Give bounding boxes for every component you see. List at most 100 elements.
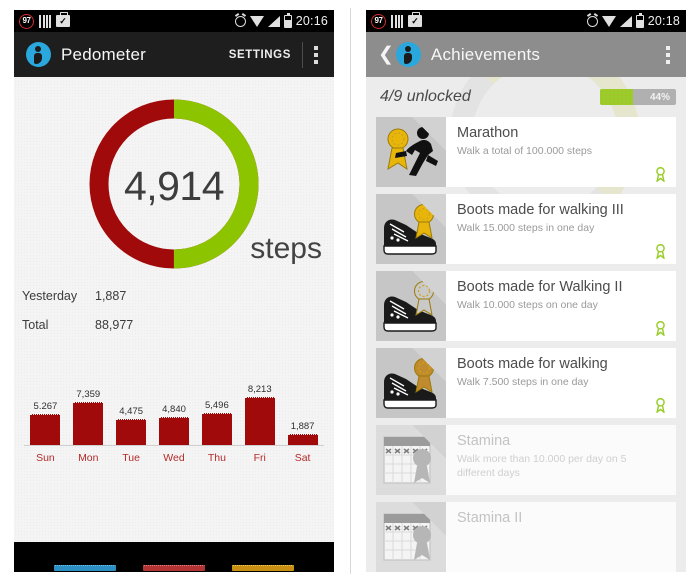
chart-bar-value-label: 5,496	[204, 400, 229, 411]
achievements-summary: 4/9 unlocked 44%	[366, 77, 686, 117]
chart-bar	[287, 434, 318, 445]
battery-percent-circle-icon: 97	[19, 13, 34, 29]
calendar-medal-icon	[376, 502, 446, 572]
unlock-progress-bar: 44%	[600, 89, 676, 105]
status-bar-left-icons: 97 ✓	[19, 12, 70, 29]
achievement-title: Boots made for Walking II	[457, 279, 623, 295]
status-bar-clock: 20:18	[647, 14, 680, 28]
step-count-value: 4,914	[123, 163, 225, 209]
achievement-title: Stamina II	[457, 510, 523, 526]
achievement-item[interactable]: Boots made for walking Walk 7.500 steps i…	[376, 348, 676, 418]
briefcase-check-icon: ✓	[408, 12, 422, 27]
chart-bar-column: 4,475	[110, 373, 153, 445]
stat-value: 88,977	[95, 318, 134, 332]
chart-bars: 5.267 7,359 4,475 4,840 5,496 8,213 1,887	[24, 373, 324, 445]
achievement-card[interactable]: Marathon Walk a total of 100.000 steps	[446, 117, 676, 187]
achievement-item[interactable]: Stamina II	[376, 502, 676, 572]
chart-bar-column: 5,496	[195, 373, 238, 445]
action-bar-actions: SETTINGS	[229, 41, 324, 68]
nav-pill-blue[interactable]	[53, 565, 116, 571]
achievement-title: Boots made for walking III	[457, 202, 624, 218]
step-progress-ring: 4,914	[83, 93, 265, 280]
unlock-progress-fill	[600, 89, 634, 105]
achievement-artwork	[376, 348, 446, 418]
chart-bar-value-label: 4,475	[119, 406, 144, 417]
chart-bar-column: 1,887	[281, 373, 324, 445]
alarm-icon	[586, 15, 598, 27]
achievement-item[interactable]: Boots made for Walking II Walk 10.000 ste…	[376, 271, 676, 341]
achievement-title: Marathon	[457, 125, 519, 141]
status-bar-right-icons: 20:18	[586, 12, 680, 28]
briefcase-check-icon: ✓	[56, 12, 70, 27]
chart-bar-value-label: 5.267	[33, 401, 58, 412]
page-title: Achievements	[430, 44, 541, 64]
signal-icon	[619, 15, 632, 27]
wifi-icon	[249, 15, 264, 27]
achievement-card[interactable]: Boots made for walking Walk 7.500 steps i…	[446, 348, 676, 418]
achievement-item[interactable]: Marathon Walk a total of 100.000 steps	[376, 117, 676, 187]
battery-percent-circle-icon: 97	[371, 13, 386, 29]
overflow-menu-icon[interactable]	[314, 45, 318, 64]
stats-list: Yesterday 1,887 Total 88,977	[22, 289, 133, 347]
achievement-card[interactable]: Stamina Walk more than 10.000 per day on …	[446, 425, 676, 495]
chart-bar	[30, 414, 61, 445]
stat-label: Total	[22, 318, 49, 332]
stat-value: 1,887	[95, 289, 127, 303]
chart-bar	[201, 413, 232, 445]
chart-bar-column: 4,840	[153, 373, 196, 445]
achievement-card[interactable]: Boots made for walking III Walk 15.000 st…	[446, 194, 676, 264]
steps-unit-label: steps	[250, 232, 322, 265]
achievement-artwork	[376, 502, 446, 572]
achievement-artwork	[376, 117, 446, 187]
achievement-artwork	[376, 194, 446, 264]
chart-bar-value-label: 8,213	[247, 384, 272, 395]
wifi-icon	[601, 15, 616, 27]
barcode-icon	[391, 14, 403, 28]
unlocked-badge-icon	[655, 166, 666, 183]
signal-icon	[267, 15, 280, 27]
unlocked-badge-icon	[655, 397, 666, 414]
achievement-item[interactable]: Boots made for walking III Walk 15.000 st…	[376, 194, 676, 264]
calendar-medal-icon	[376, 425, 446, 495]
overflow-menu-icon[interactable]	[666, 45, 670, 64]
chart-bar	[73, 402, 104, 445]
pedometer-content: 4,914 steps Yesterday 1,887 Total 88,977…	[14, 77, 334, 542]
achievement-card[interactable]: Stamina II	[446, 502, 676, 572]
unlock-progress-label: 44%	[649, 91, 670, 103]
chart-category-label: Sat	[294, 452, 311, 464]
achievement-description: Walk 7.500 steps in one day	[457, 376, 589, 389]
action-bar-achievements: ❮ Achievements	[366, 32, 686, 77]
chart-bar-value-label: 4,840	[162, 404, 186, 415]
achievement-card[interactable]: Boots made for Walking II Walk 10.000 ste…	[446, 271, 676, 341]
chart-bar	[116, 419, 147, 445]
chart-bar-value-label: 1,887	[290, 421, 315, 432]
battery-icon	[635, 12, 644, 28]
chart-category-label: Mon	[78, 452, 99, 464]
achievement-artwork	[376, 271, 446, 341]
unlocked-count-label: 4/9 unlocked	[380, 88, 471, 105]
action-bar-actions	[666, 45, 676, 64]
chart-bar-value-label: 7,359	[76, 389, 101, 400]
status-bar-right-icons: 20:16	[234, 12, 328, 28]
nav-pill-red[interactable]	[142, 565, 205, 571]
achievement-artwork	[376, 425, 446, 495]
stat-label: Yesterday	[22, 289, 78, 303]
weekly-steps-chart: 5.267 7,359 4,475 4,840 5,496 8,213 1,887 Sun M…	[24, 373, 324, 468]
settings-button[interactable]: SETTINGS	[229, 49, 291, 61]
phone-screen-achievements: 97 ✓ 20:18 ❮ Achievements 4/9 unlocked 4…	[366, 10, 686, 572]
stat-row-yesterday: Yesterday 1,887	[22, 289, 133, 303]
achievements-content: 4/9 unlocked 44% Marathon Walk a total of…	[366, 77, 686, 572]
sneaker-silver-medal-icon	[376, 271, 446, 341]
panel-divider	[350, 8, 351, 574]
barcode-icon	[39, 14, 51, 28]
achievement-description: Walk 10.000 steps on one day	[457, 299, 598, 312]
nav-pill-gold[interactable]	[232, 565, 295, 571]
achievement-description: Walk more than 10.000 per day on 5 diffe…	[457, 453, 627, 480]
chart-category-label: Sun	[36, 452, 55, 464]
app-logo-icon	[395, 42, 421, 67]
chart-axis	[24, 445, 324, 446]
status-bar-left-icons: 97 ✓	[371, 12, 422, 29]
back-chevron-icon[interactable]: ❮	[378, 45, 394, 64]
achievement-item[interactable]: Stamina Walk more than 10.000 per day on …	[376, 425, 676, 495]
action-bar-pedometer: Pedometer SETTINGS	[14, 32, 334, 77]
